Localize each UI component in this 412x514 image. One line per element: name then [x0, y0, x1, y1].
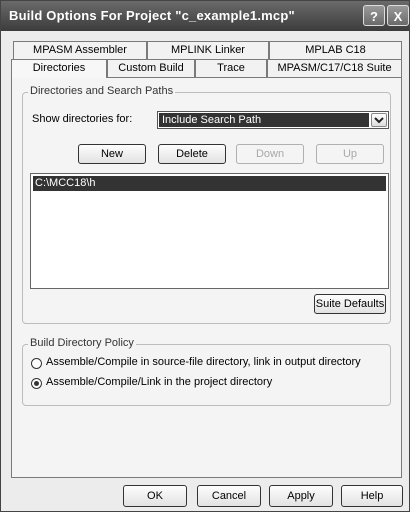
show-directories-label: Show directories for:	[32, 113, 133, 125]
help-title-button[interactable]: ?	[363, 5, 385, 26]
cancel-button[interactable]: Cancel	[197, 485, 261, 507]
title-bar[interactable]: Build Options For Project "c_example1.mc…	[1, 1, 409, 31]
down-button[interactable]: Down	[236, 144, 304, 164]
radio-project-dir-label[interactable]: Assemble/Compile/Link in the project dir…	[46, 376, 272, 388]
window-title: Build Options For Project "c_example1.mc…	[9, 8, 295, 23]
build-options-dialog: Build Options For Project "c_example1.mc…	[0, 0, 410, 512]
policy-group-label: Build Directory Policy	[28, 337, 136, 349]
ok-button[interactable]: OK	[123, 485, 187, 507]
close-title-button[interactable]: X	[387, 5, 409, 26]
list-item[interactable]: C:\MCC18\h	[33, 176, 386, 191]
directories-group-label: Directories and Search Paths	[28, 85, 176, 97]
help-button[interactable]: Help	[341, 485, 403, 507]
directories-panel: Directories and Search Paths Show direct…	[11, 77, 402, 478]
policy-group	[22, 344, 391, 406]
directories-list[interactable]: C:\MCC18\h	[30, 173, 389, 289]
radio-project-dir[interactable]	[31, 378, 42, 389]
tab-trace[interactable]: Trace	[195, 59, 267, 77]
radio-source-dir-label[interactable]: Assemble/Compile in source-file director…	[46, 356, 361, 368]
up-button[interactable]: Up	[316, 144, 384, 164]
tab-directories[interactable]: Directories	[11, 59, 107, 78]
tab-suite[interactable]: MPASM/C17/C18 Suite	[267, 59, 402, 77]
tab-custom-build[interactable]: Custom Build	[107, 59, 195, 77]
delete-button[interactable]: Delete	[158, 144, 226, 164]
tab-mpasm-assembler[interactable]: MPASM Assembler	[13, 41, 147, 59]
apply-button[interactable]: Apply	[269, 485, 333, 507]
show-directories-select[interactable]: Include Search Path	[157, 111, 389, 129]
show-directories-value: Include Search Path	[159, 113, 369, 127]
chevron-down-icon[interactable]	[371, 113, 387, 127]
tab-mplink-linker[interactable]: MPLINK Linker	[147, 41, 269, 59]
suite-defaults-button[interactable]: Suite Defaults	[314, 294, 386, 314]
new-button[interactable]: New	[78, 144, 146, 164]
radio-source-dir[interactable]	[31, 358, 42, 369]
tab-mplab-c18[interactable]: MPLAB C18	[269, 41, 402, 59]
